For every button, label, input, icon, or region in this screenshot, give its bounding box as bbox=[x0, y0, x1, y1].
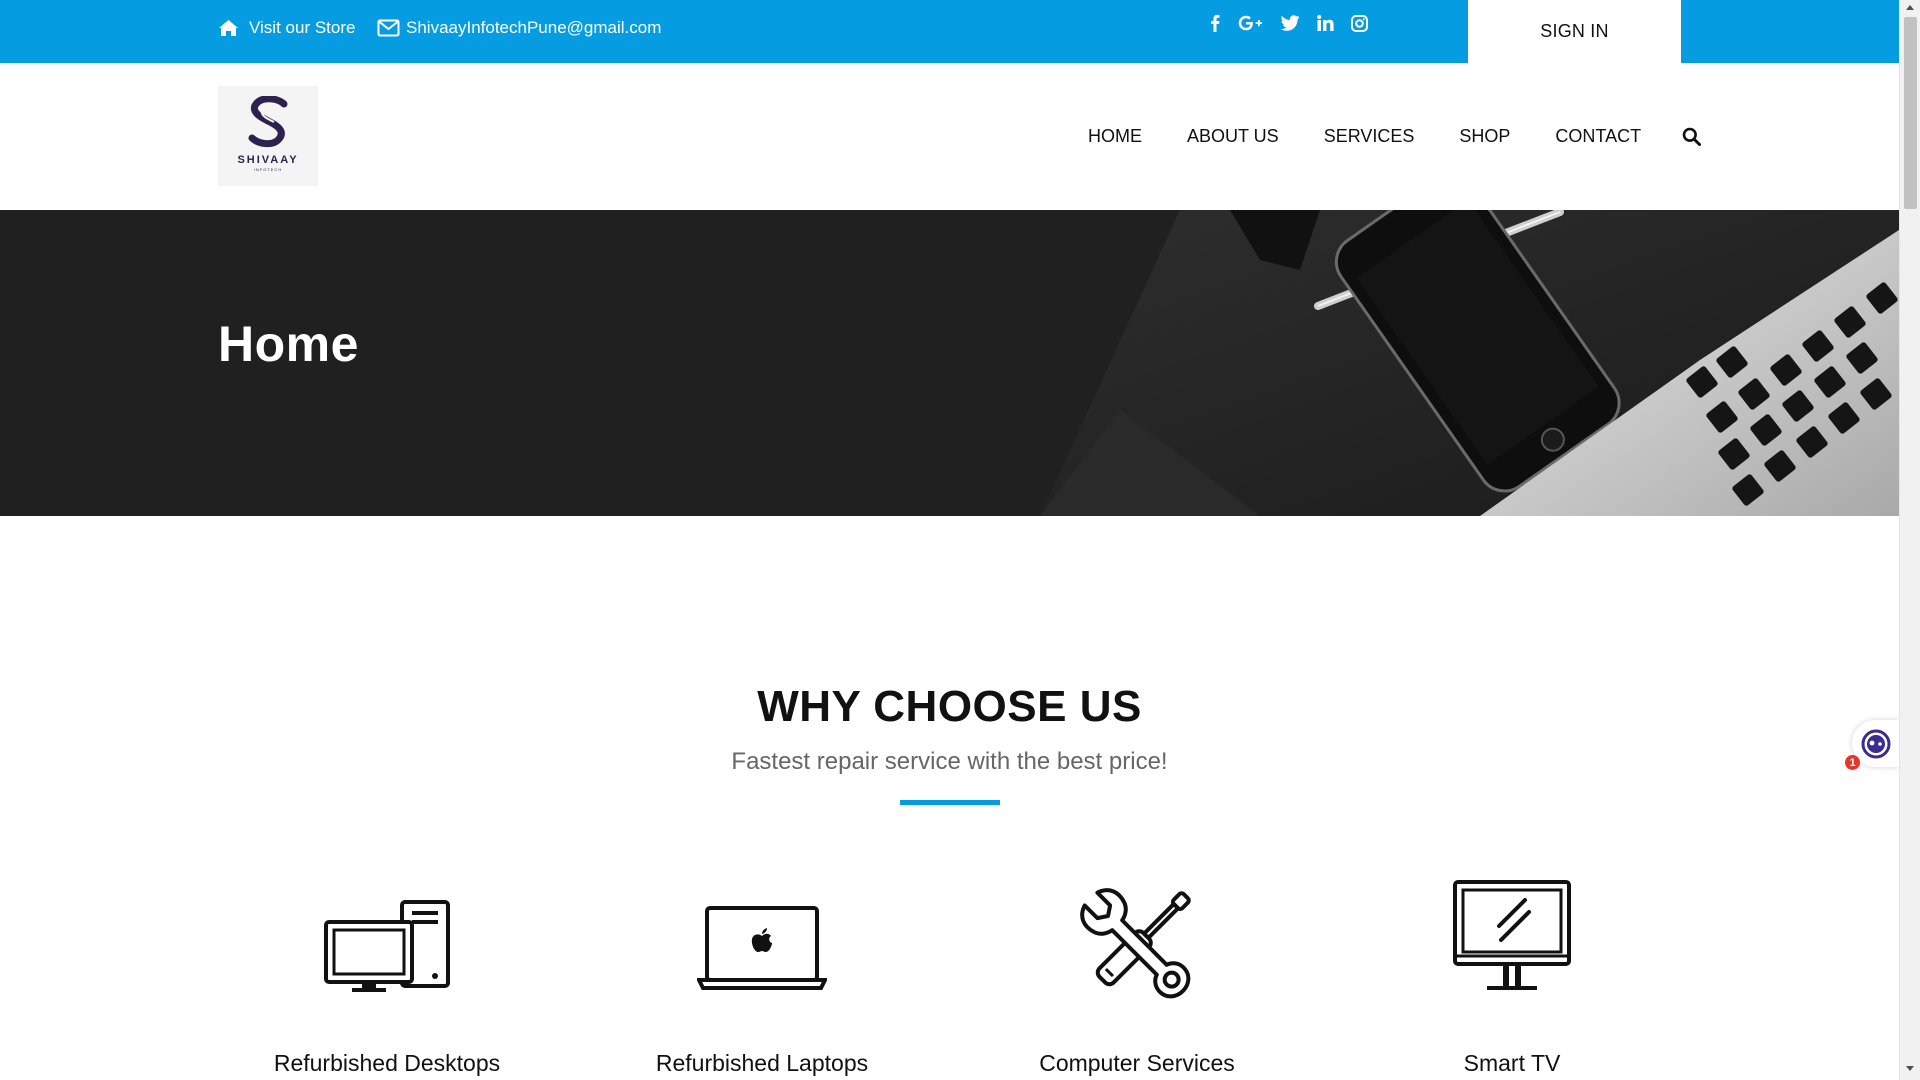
feature-refurbished-laptops[interactable]: Refurbished Laptops bbox=[612, 880, 912, 1076]
sign-in-button[interactable]: SIGN IN bbox=[1468, 0, 1681, 63]
facebook-icon[interactable] bbox=[1210, 12, 1220, 34]
nav-contact[interactable]: CONTACT bbox=[1555, 126, 1641, 147]
monitor-icon bbox=[1453, 880, 1571, 990]
feature-label: Refurbished Laptops bbox=[655, 1050, 869, 1076]
google-plus-icon[interactable] bbox=[1237, 12, 1264, 34]
social-links bbox=[1210, 12, 1385, 34]
laptop-icon bbox=[697, 906, 827, 990]
feature-computer-services[interactable]: Computer Services bbox=[987, 880, 1287, 1076]
desktop-computer-icon bbox=[324, 900, 450, 992]
logo-subtext: INFOTECH bbox=[253, 167, 283, 172]
page-scrollbar[interactable] bbox=[1899, 0, 1920, 1080]
section-divider bbox=[900, 800, 1000, 805]
tools-icon bbox=[1080, 888, 1191, 999]
scroll-up-arrow-icon[interactable] bbox=[1906, 5, 1914, 10]
section-title: WHY CHOOSE US bbox=[757, 682, 1142, 731]
notification-badge: 1 bbox=[1845, 755, 1860, 770]
site-logo[interactable]: SHIVAAY INFOTECH bbox=[218, 86, 318, 186]
main-nav: HOME ABOUT US SERVICES SHOP CONTACT bbox=[1088, 123, 1702, 149]
home-icon bbox=[219, 20, 238, 36]
nav-shop[interactable]: SHOP bbox=[1459, 126, 1510, 147]
hero-title: Home bbox=[218, 316, 359, 372]
logo-text: SHIVAAY bbox=[237, 154, 299, 166]
section-subtitle: Fastest repair service with the best pri… bbox=[731, 748, 1168, 775]
chat-widget[interactable]: 1 bbox=[1845, 720, 1899, 770]
email-link[interactable]: ShivaayInfotechPune@gmail.com bbox=[377, 16, 661, 40]
nav-services[interactable]: SERVICES bbox=[1324, 126, 1415, 147]
envelope-icon bbox=[377, 19, 400, 37]
feature-label: Smart TV bbox=[1463, 1050, 1561, 1076]
top-bar: Visit our Store ShivaayInfotechPune@gmai… bbox=[0, 0, 1899, 63]
visit-store-label: Visit our Store bbox=[249, 18, 356, 37]
scrollbar-thumb[interactable] bbox=[1904, 17, 1917, 209]
instagram-icon[interactable] bbox=[1351, 12, 1368, 34]
feature-label: Refurbished Desktops bbox=[273, 1050, 501, 1076]
feature-refurbished-desktops[interactable]: Refurbished Desktops bbox=[237, 880, 537, 1076]
visit-store-link[interactable]: Visit our Store bbox=[218, 16, 355, 40]
twitter-icon[interactable] bbox=[1281, 12, 1300, 34]
email-address: ShivaayInfotechPune@gmail.com bbox=[406, 18, 662, 37]
nav-home[interactable]: HOME bbox=[1088, 126, 1142, 147]
feature-label: Computer Services bbox=[1039, 1050, 1235, 1076]
logo-mark bbox=[218, 95, 318, 153]
search-icon[interactable] bbox=[1682, 127, 1702, 146]
linkedin-icon[interactable] bbox=[1317, 12, 1334, 34]
feature-smart-tv[interactable]: Smart TV bbox=[1362, 880, 1662, 1076]
scroll-down-arrow-icon[interactable] bbox=[1906, 1066, 1914, 1071]
hero-banner: Home bbox=[0, 210, 1899, 516]
nav-about-us[interactable]: ABOUT US bbox=[1187, 126, 1279, 147]
